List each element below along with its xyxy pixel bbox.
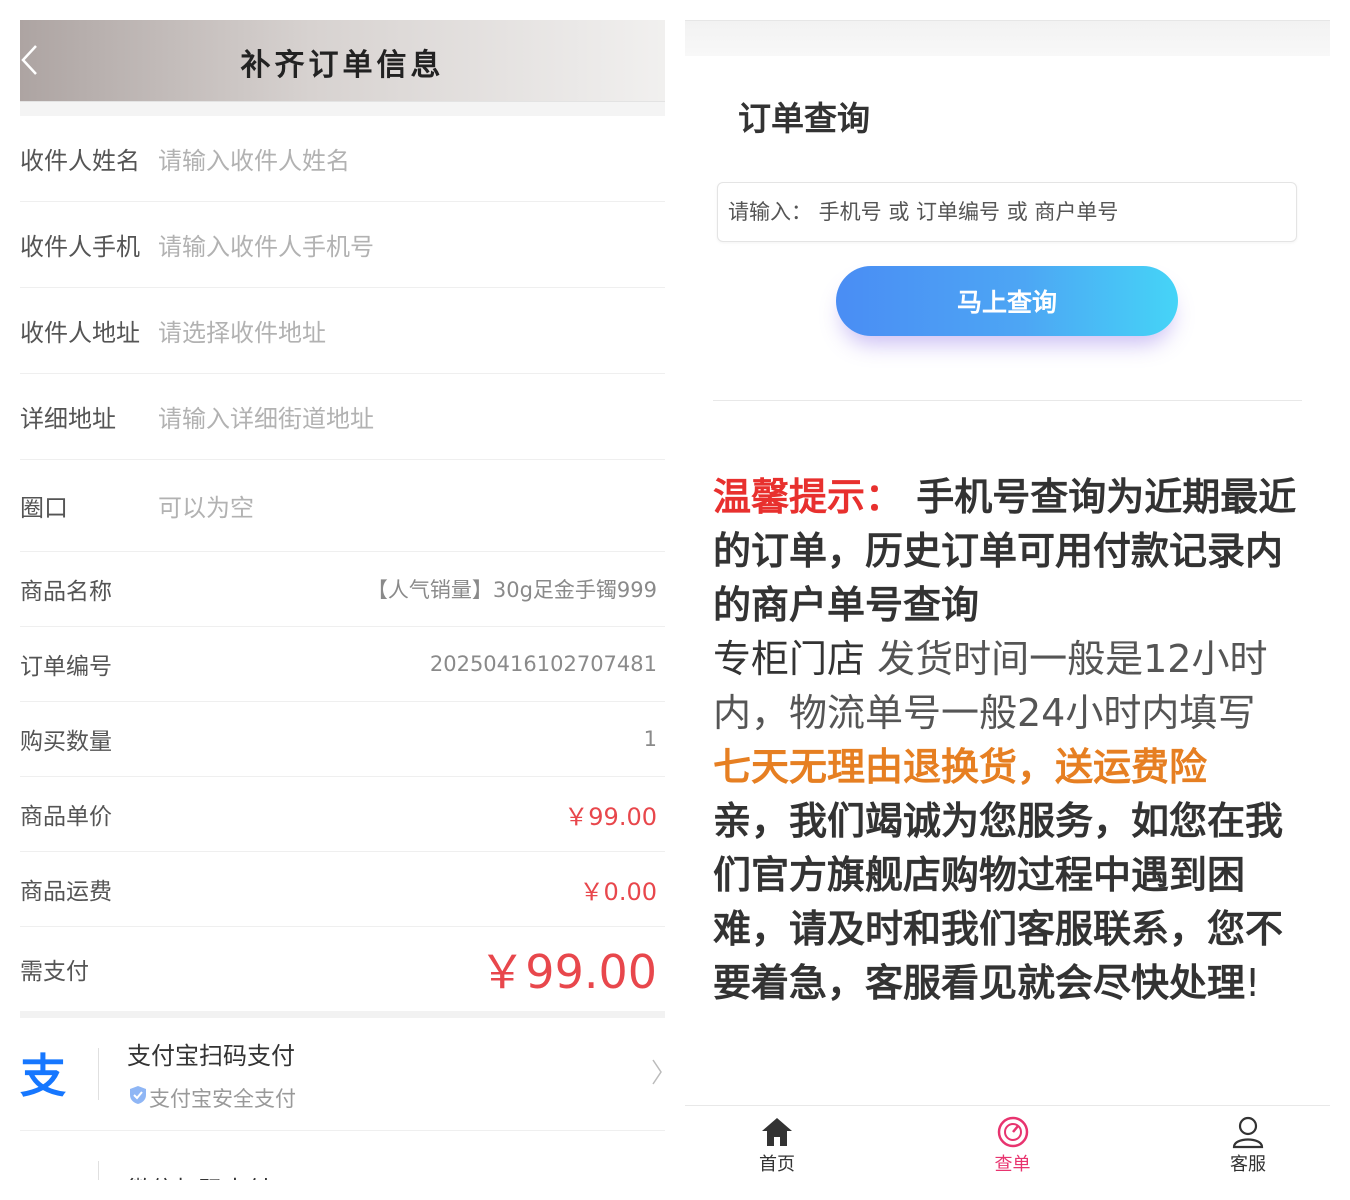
order-no-value: 20250416102707481 [429,652,657,676]
quantity-value: 1 [643,727,657,751]
quantity-label: 购买数量 [20,729,112,755]
quantity-row: 购买数量 1 [20,702,665,777]
query-title: 订单查询 [738,99,870,138]
top-bar [685,20,1330,56]
receiver-name-input[interactable]: 请输入收件人姓名 [158,141,350,176]
ring-size-input[interactable]: 可以为空 [158,488,254,523]
tab-customer-service[interactable]: 客服 [1226,1106,1270,1180]
service-text: 亲，我们竭诚为您服务，如您在我们官方旗舰店购物过程中遇到困难，请及时和我们客服联… [713,799,1284,1005]
unit-price-label: 商品单价 [20,804,112,830]
receiver-phone-input[interactable]: 请输入收件人手机号 [158,227,374,262]
bottom-tab-bar: 首页 查单 客服 [685,1105,1330,1180]
return-policy: 七天无理由退换货，送运费险 [713,745,1208,789]
query-input[interactable] [717,182,1297,242]
receiver-phone-label: 收件人手机 [20,233,140,261]
tab-query-order[interactable]: 查单 [991,1106,1035,1180]
svg-text:支: 支 [20,1050,66,1098]
product-name-value: 【人气销量】30g足金手镯999 [366,578,657,602]
section-separator [20,1011,665,1018]
order-no-row: 订单编号 20250416102707481 [20,627,665,702]
wechat-name: 微信扫码支付 [127,1170,271,1181]
home-icon [760,1114,794,1150]
detail-address-input[interactable]: 请输入详细街道地址 [158,399,374,434]
receiver-address-label: 收件人地址 [20,319,140,347]
receiver-name-label: 收件人姓名 [20,147,140,175]
product-name-label: 商品名称 [20,579,112,605]
divider [98,1161,99,1180]
order-query-panel: 订单查询 马上查询 温馨提示： 手机号查询为近期最近的订单，历史订单可用付款记录… [685,20,1330,1180]
tip-label: 温馨提示： [713,475,904,519]
total-row: 需支付 ￥99.00 [20,927,665,1011]
total-label: 需支付 [20,959,89,985]
tab-home[interactable]: 首页 [755,1106,799,1180]
shipping-fee-label: 商品运费 [20,879,112,905]
wechat-icon [20,1147,98,1180]
query-order-icon [996,1114,1030,1150]
detail-address-label: 详细地址 [20,405,116,433]
alipay-icon: 支 [20,1044,98,1104]
total-value: ￥99.00 [479,945,657,999]
customer-service-icon [1231,1114,1265,1150]
tab-home-label: 首页 [759,1154,795,1175]
ring-size-row[interactable]: 圈口 可以为空 [20,460,665,552]
detail-address-row[interactable]: 详细地址 请输入详细街道地址 [20,374,665,460]
receiver-name-row[interactable]: 收件人姓名 请输入收件人姓名 [20,116,665,202]
store-label: 专柜门店 [713,637,866,681]
tab-customer-service-label: 客服 [1230,1154,1266,1175]
page-title: 补齐订单信息 [240,48,445,83]
receiver-address-row[interactable]: 收件人地址 请选择收件地址 [20,288,665,374]
unit-price-row: 商品单价 ￥99.00 [20,777,665,852]
product-name-row: 商品名称 【人气销量】30g足金手镯999 [20,552,665,627]
alipay-name: 支付宝扫码支付 [127,1041,295,1070]
ring-size-label: 圈口 [20,494,68,522]
tab-query-order-label: 查单 [994,1154,1031,1175]
divider [98,1048,99,1100]
wechat-option[interactable]: 微信扫码支付 [20,1131,665,1180]
shield-check-icon [127,1084,149,1111]
unit-price-value: ￥99.00 [564,802,657,831]
header-gap [20,102,665,116]
receiver-phone-row[interactable]: 收件人手机 请输入收件人手机号 [20,202,665,288]
receiver-address-select[interactable]: 请选择收件地址 [158,313,326,348]
alipay-sub: 支付宝安全支付 [149,1086,296,1111]
shipping-fee-row: 商品运费 ￥0.00 [20,852,665,927]
shipping-fee-value: ￥0.00 [579,877,657,906]
order-info-panel: 补齐订单信息 收件人姓名 请输入收件人姓名 收件人手机 请输入收件人手机号 收件… [20,20,665,1180]
notice-block: 温馨提示： 手机号查询为近期最近的订单，历史订单可用付款记录内的商户单号查询 专… [713,470,1305,1010]
divider [713,400,1302,401]
page-header: 补齐订单信息 [20,20,665,102]
service-end: ! [1245,961,1261,1005]
order-no-label: 订单编号 [20,654,112,680]
alipay-option[interactable]: 支 支付宝扫码支付 支付宝安全支付 [20,1018,665,1131]
query-button[interactable]: 马上查询 [836,266,1178,336]
chevron-right-icon [651,1058,663,1090]
